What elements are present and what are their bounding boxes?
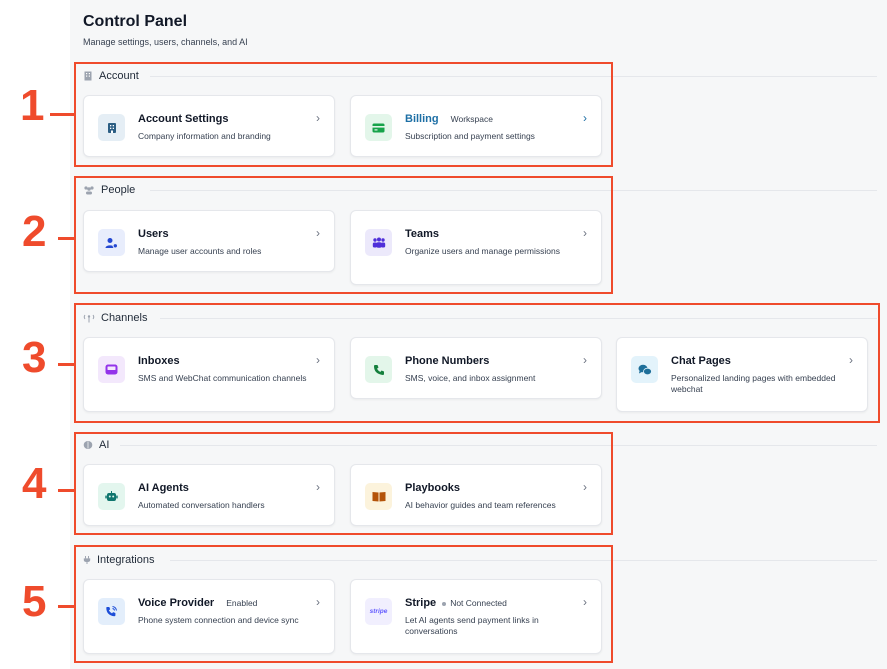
annotation-label-4: 4 (22, 459, 47, 508)
annotation-label-1: 1 (20, 81, 45, 130)
annotation-label-5: 5 (22, 577, 47, 626)
annotation-box-1 (74, 62, 613, 167)
annotation-connector (58, 237, 74, 240)
annotation-label-2: 2 (22, 207, 47, 256)
annotation-connector (58, 363, 74, 366)
annotation-box-2 (74, 176, 613, 294)
page-subtitle: Manage settings, users, channels, and AI (83, 37, 248, 47)
annotation-connector (58, 605, 74, 608)
annotation-box-5 (74, 545, 613, 663)
annotation-connector (58, 489, 74, 492)
annotation-connector (50, 113, 74, 116)
annotation-label-3: 3 (22, 333, 47, 382)
annotation-box-3 (74, 303, 880, 423)
annotation-box-4 (74, 432, 613, 535)
page-title: Control Panel (83, 13, 188, 30)
